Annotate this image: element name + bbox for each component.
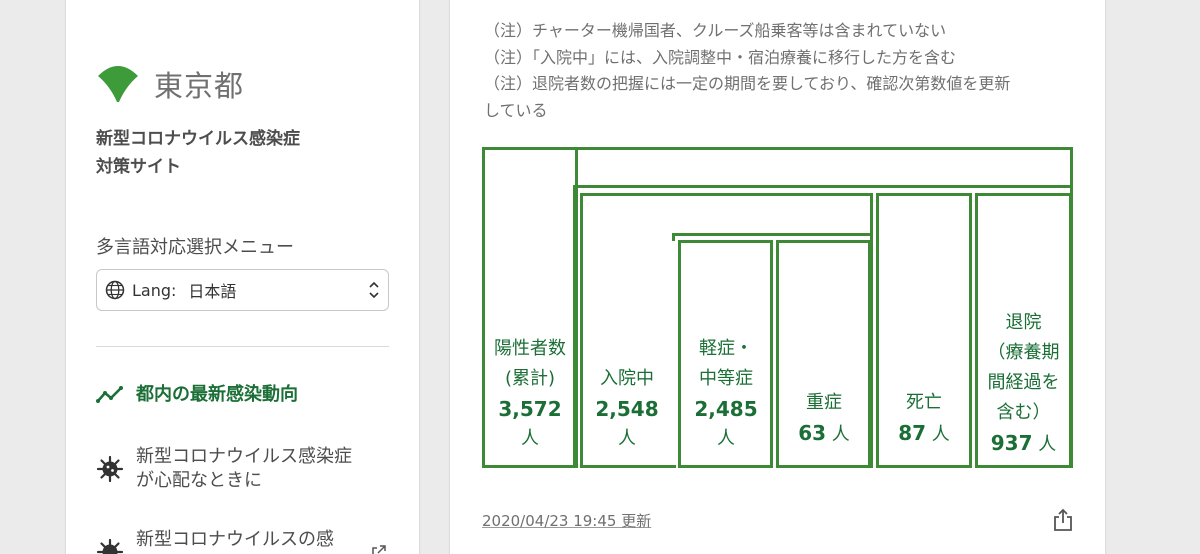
trend-icon	[96, 383, 124, 405]
label-discharged-l4: 含む）	[996, 402, 1051, 423]
select-updown-icon	[368, 280, 380, 300]
language-select-label: Lang:	[132, 280, 177, 300]
unit-hospitalized: 人	[618, 428, 636, 449]
label-positive-l2: (累計)	[504, 368, 556, 389]
unit-positive: 人	[521, 428, 539, 449]
value-death: 87	[898, 421, 927, 445]
label-discharged-l1: 退院	[1005, 312, 1042, 333]
site-title-line1: 新型コロナウイルス感染症	[96, 129, 300, 149]
label-discharged-l2: （療養期	[987, 342, 1060, 363]
label-discharged-l3: 間経過を	[987, 372, 1060, 393]
logo-text: 東京都	[154, 69, 245, 103]
unit-death: 人	[931, 424, 950, 445]
label-positive: 陽性者数 (累計) 3,572 人	[484, 334, 576, 454]
box-hospital-group-top	[573, 185, 1073, 190]
site-title-line2: 対策サイト	[96, 157, 181, 177]
language-select-value: 日本語	[188, 282, 237, 301]
status-card: （注）チャーター機帰国者、クルーズ船乗客等は含まれていない （注）「入院中」には…	[450, 0, 1105, 554]
nav-label-line1: 新型コロナウイルス感染症	[136, 446, 352, 467]
nav-label-latest-trends: 都内の最新感染動向	[136, 384, 298, 405]
value-severe: 63	[798, 421, 827, 445]
label-death: 死亡 87 人	[878, 388, 970, 450]
virus-icon	[96, 445, 124, 483]
nav-item-when-worried[interactable]: 新型コロナウイルス感染症 が心配なときに	[96, 445, 352, 493]
nav-item-latest-trends[interactable]: 都内の最新感染動向	[96, 383, 298, 407]
label-hospitalized-l1: 入院中	[600, 368, 654, 389]
value-mild: 2,485	[694, 397, 758, 421]
label-mild: 軽症・ 中等症 2,485 人	[680, 334, 772, 454]
label-mild-l2: 中等症	[699, 368, 753, 389]
sidebar-divider	[96, 346, 389, 347]
updated-timestamp[interactable]: 2020/04/23 19:45 更新	[482, 510, 651, 531]
nav-label-line2: が心配なときに	[136, 470, 262, 491]
nav-item-covid-info[interactable]: 新型コロナウイルスの感	[96, 528, 334, 554]
language-select[interactable]: Lang: 日本語	[96, 269, 389, 311]
label-discharged: 退院 （療養期 間経過を 含む） 937 人	[977, 308, 1070, 460]
label-hospitalized: 入院中 2,548 人	[582, 364, 672, 454]
unit-severe: 人	[831, 424, 850, 445]
value-hospitalized: 2,548	[595, 397, 659, 421]
value-positive: 3,572	[498, 397, 562, 421]
unit-mild: 人	[717, 428, 735, 449]
language-menu-heading: 多言語対応選択メニュー	[96, 237, 294, 258]
tokyo-logo[interactable]: 東京都	[96, 63, 244, 105]
label-mild-l1: 軽症・	[699, 338, 753, 359]
virus-icon	[96, 528, 124, 554]
value-discharged: 937	[990, 431, 1033, 455]
site-title[interactable]: 新型コロナウイルス感染症 対策サイト	[96, 125, 356, 181]
sidebar: 東京都 新型コロナウイルス感染症 対策サイト 多言語対応選択メニュー Lang:…	[66, 0, 419, 554]
label-severe-l1: 重症	[806, 392, 842, 413]
share-icon[interactable]	[1052, 508, 1074, 536]
label-positive-l1: 陽性者数	[494, 338, 566, 359]
globe-icon	[105, 280, 125, 300]
external-link-icon	[372, 544, 386, 554]
label-death-l1: 死亡	[906, 392, 942, 413]
nav-label-when-worried: 新型コロナウイルス感染症 が心配なときに	[136, 445, 352, 493]
label-severe: 重症 63 人	[778, 388, 870, 450]
nav-label-covid-info: 新型コロナウイルスの感	[136, 529, 334, 550]
unit-discharged: 人	[1038, 434, 1057, 455]
ginkgo-logo-icon	[98, 66, 138, 102]
infection-status-diagram: 陽性者数 (累計) 3,572 人 入院中 2,548 人 軽症・ 中等症 2,…	[450, 0, 1105, 554]
